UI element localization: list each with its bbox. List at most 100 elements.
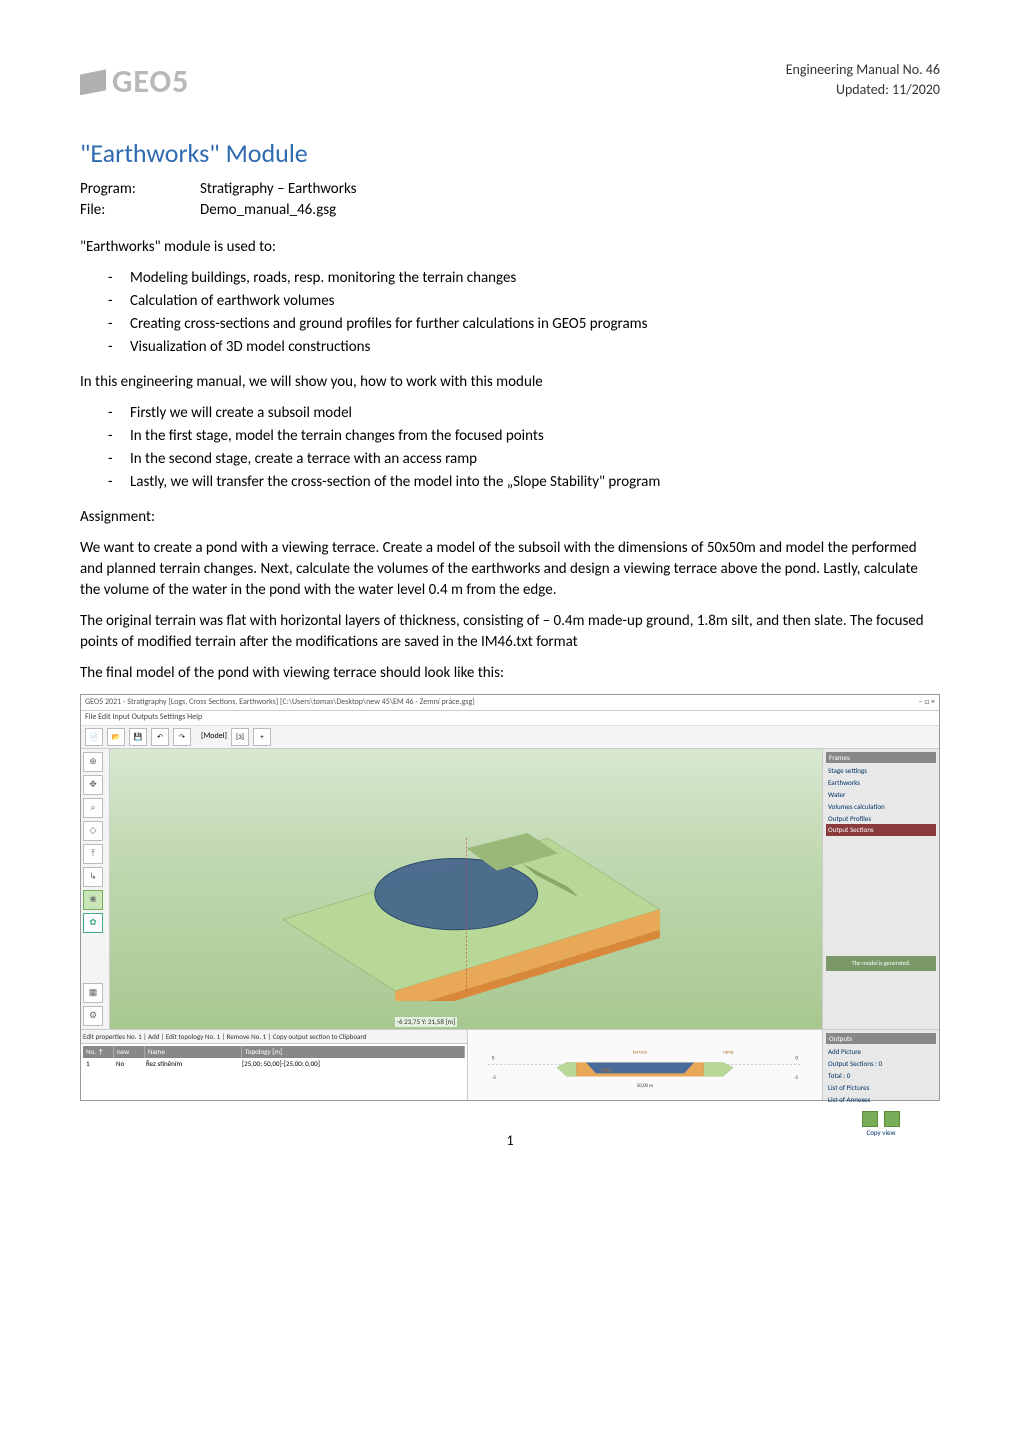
col-new: new: [114, 1046, 145, 1058]
page-header: GEO5 Engineering Manual No. 46 Updated: …: [80, 60, 940, 105]
edit-properties-button[interactable]: Edit properties No. 1: [83, 1032, 142, 1041]
meta-value-program: Stratigraphy – Earthworks: [200, 179, 357, 200]
list-item: In the first stage, model the terrain ch…: [130, 426, 940, 447]
stage-button[interactable]: [3]: [231, 728, 249, 746]
meta-label-file: File:: [80, 200, 200, 221]
left-toolbox: ⊕ ✥ ⌕ ◇ ⤒ ↳ ❀ ✿ ▦ ⚙: [81, 749, 110, 1029]
frame-item-stage-settings[interactable]: Stage settings: [826, 765, 936, 777]
label-water: water: [601, 1067, 613, 1073]
move-tool-icon[interactable]: ⊕: [83, 752, 103, 772]
add-picture-button[interactable]: Add Picture: [826, 1046, 936, 1058]
final-model-intro: The final model of the pond with viewing…: [80, 663, 940, 684]
frame-item-volumes[interactable]: Volumes calculation: [826, 801, 936, 813]
rotate-tool-icon[interactable]: ◇: [83, 821, 103, 841]
table-header-row: No. ↑ new Name Topology [m]: [83, 1046, 465, 1058]
col-name: Name: [145, 1046, 242, 1058]
window-title: GEO5 2021 - Stratigraphy [Logs, Cross Se…: [85, 697, 475, 708]
toolbar-button[interactable]: ↷: [173, 728, 191, 746]
assignment-paragraph-2: The original terrain was flat with horiz…: [80, 611, 940, 653]
frame-item-water[interactable]: Water: [826, 789, 936, 801]
output-sections-count: Output Sections : 0: [826, 1058, 936, 1070]
frame-item-output-sections[interactable]: Output Sections: [826, 824, 936, 836]
screenshot: GEO5 2021 - Stratigraphy [Logs, Cross Se…: [80, 694, 940, 1100]
toolbar-button[interactable]: 📂: [107, 728, 125, 746]
grid-tool-icon[interactable]: ▦: [83, 983, 103, 1003]
assignment-paragraph-1: We want to create a pond with a viewing …: [80, 538, 940, 601]
logo-icon: [80, 69, 106, 95]
pan-tool-icon[interactable]: ✥: [83, 775, 103, 795]
edit-topology-button[interactable]: Edit topology No. 1: [166, 1032, 220, 1041]
col-topology: Topology [m]: [242, 1046, 465, 1058]
intro-text: "Earthworks" module is used to:: [80, 237, 940, 258]
list-item: Calculation of earthwork volumes: [130, 291, 940, 312]
main-toolbar: 📄 📂 💾 ↶ ↷ [Model] [3] +: [81, 726, 939, 749]
remove-button[interactable]: Remove No. 1: [227, 1032, 267, 1041]
view-tool-icon[interactable]: ❀: [83, 890, 103, 910]
copy-view-button[interactable]: Copy view: [826, 1127, 936, 1139]
page-title: "Earthworks" Module: [80, 135, 940, 171]
list-of-pictures-button[interactable]: List of Pictures: [826, 1082, 936, 1094]
copy-clipboard-button[interactable]: Copy output section to Clipboard: [273, 1032, 367, 1041]
meta-value-file: Demo_manual_46.gsg: [200, 200, 336, 221]
logo-text: GEO5: [112, 60, 189, 105]
axis-tool-icon[interactable]: ⤒: [83, 844, 103, 864]
svg-text:0: 0: [492, 1055, 495, 1061]
zoom-tool-icon[interactable]: ⌕: [83, 798, 103, 818]
table-row[interactable]: 1 No Řez stíněním [25,00; 50,00]-[25,00;…: [83, 1058, 465, 1070]
gear-tool-icon[interactable]: ⚙: [83, 1006, 103, 1026]
printer-icon[interactable]: [862, 1111, 878, 1127]
output-sections-table-area: Edit properties No. 1 | Add | Edit topol…: [81, 1030, 468, 1100]
outputs-header: Outputs: [826, 1033, 936, 1045]
list-item: Firstly we will create a subsoil model: [130, 403, 940, 424]
list-item: Lastly, we will transfer the cross-secti…: [130, 472, 940, 493]
cell-no: 1: [83, 1058, 113, 1070]
add-button[interactable]: Add: [148, 1032, 159, 1041]
list-item: Modeling buildings, roads, resp. monitor…: [130, 268, 940, 289]
list-item: Visualization of 3D model constructions: [130, 337, 940, 358]
intro-list: Modeling buildings, roads, resp. monitor…: [80, 268, 940, 358]
cross-section-svg: terrace ramp water 50,00 m 0 -5 0 -5: [488, 1040, 802, 1089]
bottom-dock: Edit properties No. 1 | Add | Edit topol…: [81, 1029, 939, 1100]
add-stage-button[interactable]: +: [253, 728, 271, 746]
label-ramp: ramp: [723, 1049, 734, 1055]
outputs-panel: Outputs Add Picture Output Sections : 0 …: [822, 1030, 939, 1100]
window-controls[interactable]: – □ ×: [919, 697, 935, 708]
list-item: In the second stage, create a terrace wi…: [130, 449, 940, 470]
terrain-model: [146, 777, 787, 1001]
list-item: Creating cross-sections and ground profi…: [130, 314, 940, 335]
document-meta: Program: Stratigraphy – Earthworks File:…: [80, 179, 940, 221]
meta-row-program: Program: Stratigraphy – Earthworks: [80, 179, 940, 200]
toolbar-button[interactable]: 💾: [129, 728, 147, 746]
toolbar-button[interactable]: 📄: [85, 728, 103, 746]
assignment-label: Assignment:: [80, 507, 940, 528]
frame-item-output-profiles[interactable]: Output Profiles: [826, 813, 936, 825]
toolbar-model-label: [Model]: [201, 731, 227, 742]
frames-header: Frames: [826, 752, 936, 764]
meta-row-file: File: Demo_manual_46.gsg: [80, 200, 940, 221]
3d-viewport[interactable]: -6 23,75 Y: 21,58 [m]: [110, 749, 822, 1029]
cell-name: Řez stíněním: [143, 1058, 239, 1070]
svg-text:-5: -5: [492, 1075, 496, 1081]
view2-tool-icon[interactable]: ✿: [83, 913, 103, 933]
coordinate-readout: -6 23,75 Y: 21,58 [m]: [395, 1017, 458, 1027]
total-count: Total : 0: [826, 1070, 936, 1082]
col-no: No. ↑: [83, 1046, 114, 1058]
frame-item-earthworks[interactable]: Earthworks: [826, 777, 936, 789]
menubar[interactable]: File Edit Input Outputs Settings Help: [81, 711, 939, 725]
toolbar-button[interactable]: ↶: [151, 728, 169, 746]
cell-new: No: [113, 1058, 143, 1070]
axis2-tool-icon[interactable]: ↳: [83, 867, 103, 887]
section-preview: terrace ramp water 50,00 m 0 -5 0 -5: [468, 1030, 822, 1100]
app-body: ⊕ ✥ ⌕ ◇ ⤒ ↳ ❀ ✿ ▦ ⚙: [81, 749, 939, 1029]
goals-list: Firstly we will create a subsoil model I…: [80, 403, 940, 493]
output-icon-row: [826, 1111, 936, 1127]
list-of-annexes-button[interactable]: List of Annexes: [826, 1094, 936, 1106]
manual-number: Engineering Manual No. 46: [786, 60, 940, 80]
printer-icon[interactable]: [884, 1111, 900, 1127]
header-meta: Engineering Manual No. 46 Updated: 11/20…: [786, 60, 940, 99]
spacer: [83, 936, 107, 980]
page-number: 1: [80, 1131, 940, 1151]
svg-text:-5: -5: [794, 1075, 798, 1081]
sections-table: No. ↑ new Name Topology [m] 1 No Řez stí…: [81, 1044, 467, 1072]
meta-label-program: Program:: [80, 179, 200, 200]
